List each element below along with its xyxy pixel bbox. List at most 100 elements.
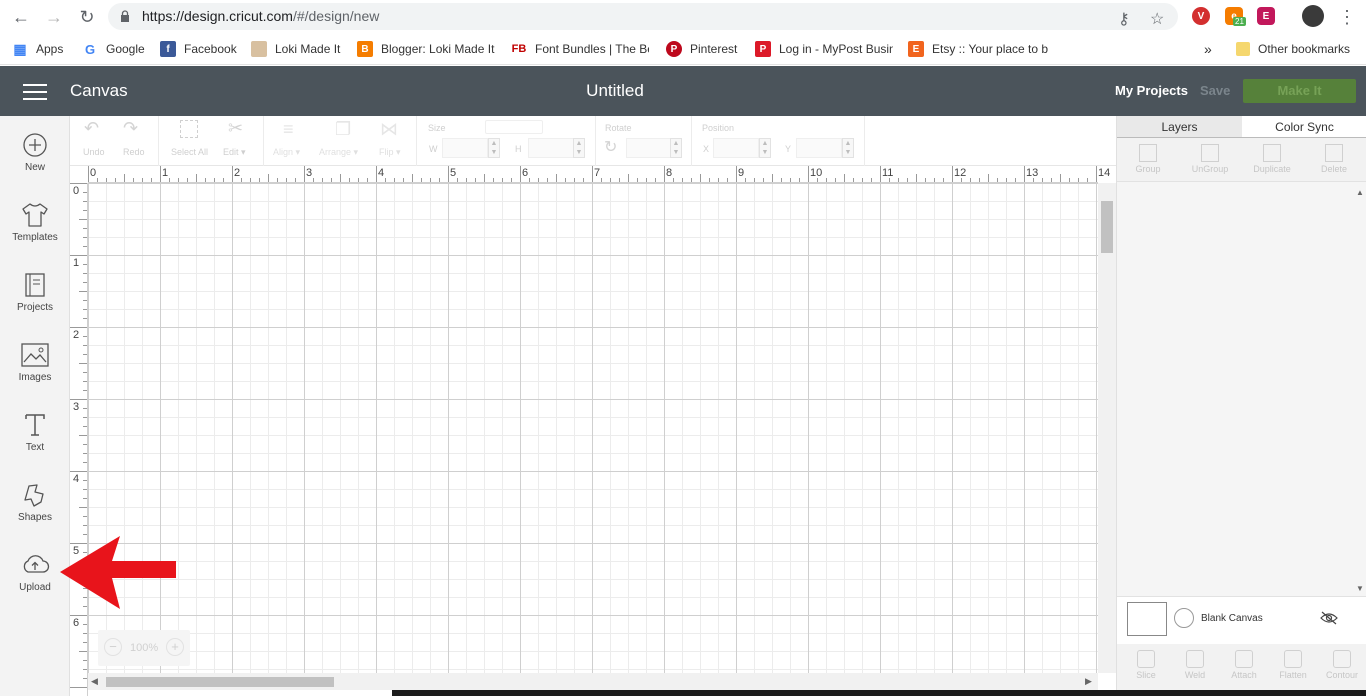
- flatten-button[interactable]: Flatten: [1268, 650, 1318, 680]
- star-icon[interactable]: ☆: [1150, 9, 1164, 29]
- save-button[interactable]: Save: [1200, 83, 1230, 98]
- back-arrow-icon[interactable]: ←: [10, 6, 32, 28]
- other-bookmarks[interactable]: Other bookmarks: [1236, 40, 1356, 58]
- edit-dropdown[interactable]: Edit ▾: [223, 147, 246, 158]
- duplicate-button[interactable]: Duplicate: [1241, 144, 1303, 174]
- ruler-tick: [763, 178, 764, 182]
- sidebar-item-new[interactable]: New: [0, 132, 70, 192]
- canvas-color-circle[interactable]: [1174, 608, 1194, 628]
- canvas-grid[interactable]: [88, 183, 1098, 683]
- scroll-right-icon[interactable]: ▶: [1085, 676, 1092, 687]
- width-stepper[interactable]: ▲ ▼: [488, 138, 500, 158]
- height-input[interactable]: [528, 138, 574, 158]
- ruler-tick: [799, 178, 800, 182]
- sidebar-item-projects[interactable]: Projects: [0, 272, 70, 332]
- zoom-out-button[interactable]: −: [104, 638, 122, 656]
- arrange-dropdown[interactable]: Arrange ▾: [319, 147, 358, 158]
- layer-list-scrollbar[interactable]: ▲ ▼: [1353, 182, 1366, 596]
- ruler-tick: [484, 174, 485, 182]
- ruler-tick: [736, 166, 737, 182]
- size-lock-icon[interactable]: [485, 120, 543, 134]
- visibility-hidden-icon[interactable]: [1320, 611, 1338, 625]
- ruler-tick: [83, 516, 87, 517]
- apps-grid-icon: ▦: [13, 40, 27, 57]
- bookmark-facebook[interactable]: f Facebook: [160, 40, 244, 58]
- redo-button[interactable]: Redo: [123, 147, 145, 157]
- ruler-tick: [754, 178, 755, 182]
- flip-dropdown[interactable]: Flip ▾: [379, 147, 401, 158]
- ruler-tick: [250, 178, 251, 182]
- tab-layers[interactable]: Layers: [1117, 116, 1242, 138]
- bookmark-loki[interactable]: Loki Made It: [251, 40, 347, 58]
- select-all-button[interactable]: Select All: [171, 147, 208, 157]
- kebab-menu-icon[interactable]: ⋮: [1336, 6, 1358, 28]
- bookmarks-overflow-button[interactable]: »: [1204, 40, 1212, 58]
- zoom-in-button[interactable]: +: [166, 638, 184, 656]
- ungroup-button[interactable]: UnGroup: [1179, 144, 1241, 174]
- etsy-icon: E: [908, 41, 924, 57]
- slice-button[interactable]: Slice: [1121, 650, 1171, 680]
- undo-button[interactable]: Undo: [83, 147, 105, 157]
- ruler-vertical: 0123456: [70, 183, 88, 696]
- group-button[interactable]: Group: [1117, 144, 1179, 174]
- sidebar-item-text[interactable]: Text: [0, 412, 70, 472]
- weld-icon: [1186, 650, 1204, 668]
- sidebar-item-images[interactable]: Images: [0, 342, 70, 402]
- tab-color-sync[interactable]: Color Sync: [1242, 116, 1366, 138]
- blank-canvas-layer[interactable]: Blank Canvas: [1117, 596, 1366, 644]
- y-input[interactable]: [796, 138, 842, 158]
- my-projects-link[interactable]: My Projects: [1115, 83, 1188, 98]
- delete-button[interactable]: Delete: [1303, 144, 1365, 174]
- bookmark-pinterest[interactable]: P Pinterest: [666, 40, 744, 58]
- bookmark-blogger[interactable]: B Blogger: Loki Made It: [357, 40, 495, 58]
- bookmark-google[interactable]: G Google: [82, 40, 154, 58]
- canvas-horizontal-scrollbar[interactable]: ◀ ▶: [88, 673, 1098, 690]
- x-input[interactable]: [713, 138, 759, 158]
- ruler-tick: [1006, 178, 1007, 182]
- scroll-left-icon[interactable]: ◀: [91, 676, 98, 687]
- scroll-down-icon[interactable]: ▼: [1356, 584, 1364, 593]
- make-it-button[interactable]: Make It: [1243, 79, 1356, 103]
- bookmark-mypost[interactable]: P Log in - MyPost Busin: [755, 40, 893, 58]
- canvas-color-swatch[interactable]: [1127, 602, 1167, 636]
- rotate-stepper[interactable]: ▲ ▼: [670, 138, 682, 158]
- ruler-tick: [988, 174, 989, 182]
- bookmark-etsy[interactable]: E Etsy :: Your place to b: [908, 40, 1048, 58]
- height-stepper[interactable]: ▲ ▼: [573, 138, 585, 158]
- x-stepper[interactable]: ▲ ▼: [759, 138, 771, 158]
- ruler-tick: [241, 178, 242, 182]
- ruler-tick: [83, 633, 87, 634]
- ruler-tick: [601, 178, 602, 182]
- ruler-tick: [83, 453, 87, 454]
- slice-icon: [1137, 650, 1155, 668]
- bookmark-apps[interactable]: ▦ Apps: [12, 40, 76, 58]
- avatar[interactable]: [1302, 5, 1324, 27]
- ruler-tick: [70, 327, 87, 328]
- bookmark-fontbundles[interactable]: FB Font Bundles | The Be: [511, 40, 649, 58]
- attach-button[interactable]: Attach: [1219, 650, 1269, 680]
- scrollbar-thumb[interactable]: [1101, 201, 1113, 253]
- ruler-tick: [745, 178, 746, 182]
- align-dropdown[interactable]: Align ▾: [273, 147, 300, 158]
- canvas-vertical-scrollbar[interactable]: [1098, 183, 1116, 673]
- scroll-up-icon[interactable]: ▲: [1356, 188, 1364, 197]
- contour-button[interactable]: Contour: [1317, 650, 1366, 680]
- sidebar-item-templates[interactable]: Templates: [0, 202, 70, 262]
- width-input[interactable]: [442, 138, 488, 158]
- ruler-tick: [619, 178, 620, 182]
- url-omnibox[interactable]: https://design.cricut.com/#/design/new ⚷…: [108, 3, 1178, 30]
- ruler-number: 3: [73, 401, 80, 413]
- extension-pink-icon[interactable]: E: [1257, 7, 1275, 25]
- ruler-tick: [826, 178, 827, 182]
- weld-button[interactable]: Weld: [1170, 650, 1220, 680]
- bookmark-label: Apps: [36, 42, 64, 56]
- y-stepper[interactable]: ▲ ▼: [842, 138, 854, 158]
- key-icon[interactable]: ⚷: [1118, 9, 1130, 29]
- reload-icon[interactable]: ↻: [76, 6, 98, 28]
- scrollbar-thumb[interactable]: [106, 677, 334, 687]
- forward-arrow-icon[interactable]: →: [43, 6, 65, 28]
- rotate-input[interactable]: [626, 138, 672, 158]
- extension-red-icon[interactable]: V: [1192, 7, 1210, 25]
- sidebar-item-label: Shapes: [18, 512, 52, 523]
- design-canvas[interactable]: 0 1 2 3 4 5 6 7 8 9 10 11 12 13 14 0123456 − 100% + ◀ …: [70, 166, 1116, 696]
